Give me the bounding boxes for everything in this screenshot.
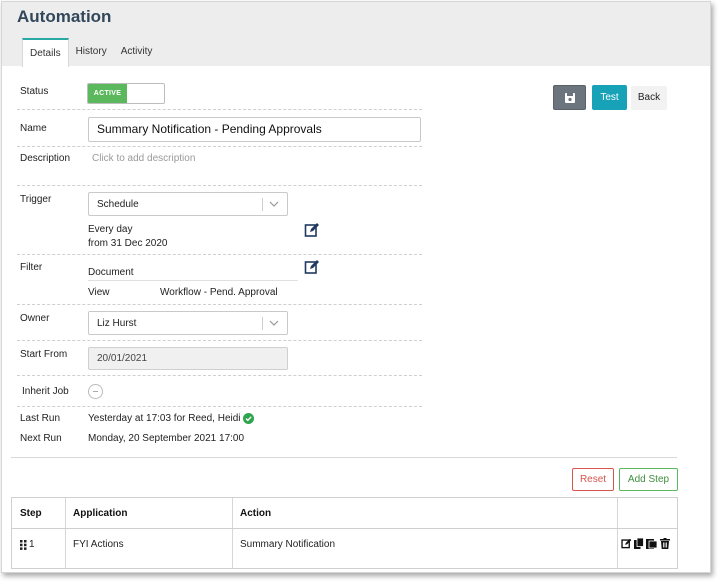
tab-history[interactable]: History <box>69 38 114 66</box>
paste-icon[interactable] <box>646 538 657 549</box>
name-input[interactable]: Summary Notification - Pending Approvals <box>88 117 421 142</box>
divider <box>17 406 422 407</box>
column-divider <box>65 498 66 568</box>
step-action: Summary Notification <box>240 539 336 550</box>
start-from-label: Start From <box>20 349 68 360</box>
column-header-step: Step <box>20 508 42 519</box>
filter-label: Filter <box>20 262 43 273</box>
test-button[interactable]: Test <box>592 85 627 110</box>
start-from-input[interactable]: 20/01/2021 <box>88 347 288 370</box>
select-separator <box>262 317 263 330</box>
add-step-button[interactable]: Add Step <box>619 468 678 491</box>
page-title: Automation <box>17 7 112 26</box>
inherit-job-label: Inherit Job <box>22 386 69 397</box>
next-run-label: Next Run <box>20 433 62 444</box>
divider <box>17 146 422 147</box>
status-toggle[interactable]: ACTIVE <box>87 83 165 104</box>
trigger-schedule-start: from 31 Dec 2020 <box>88 238 168 249</box>
trigger-schedule-frequency: Every day <box>88 224 133 235</box>
step-number: 1 <box>29 539 35 550</box>
save-button[interactable] <box>553 85 586 110</box>
divider <box>17 375 422 376</box>
divider <box>17 340 422 341</box>
description-label: Description <box>20 153 71 164</box>
chevron-down-icon <box>269 201 279 207</box>
divider <box>17 254 422 255</box>
status-label: Status <box>20 86 49 97</box>
steps-table: Step Application Action 1 FYI Actions Su… <box>11 497 678 569</box>
trash-icon[interactable] <box>660 538 670 549</box>
save-icon <box>565 93 575 103</box>
inherit-job-toggle[interactable] <box>88 384 103 399</box>
filter-underline <box>88 280 298 281</box>
row-actions <box>621 538 673 550</box>
header: Automation Details History Activity <box>2 2 710 67</box>
column-header-action: Action <box>240 508 272 519</box>
description-field[interactable]: Click to add description <box>92 153 195 164</box>
select-separator <box>262 198 263 211</box>
divider <box>17 185 422 186</box>
drag-handle-icon[interactable] <box>20 540 28 550</box>
last-run-value: Yesterday at 17:03 for Reed, Heidi <box>88 413 241 424</box>
trigger-select[interactable]: Schedule <box>88 192 288 216</box>
owner-select-value: Liz Hurst <box>97 318 137 329</box>
tab-bar: Details History Activity <box>22 38 160 67</box>
next-run-value: Monday, 20 September 2021 17:00 <box>88 433 245 444</box>
reset-button[interactable]: Reset <box>572 468 614 491</box>
edit-icon[interactable] <box>621 538 632 549</box>
status-toggle-active: ACTIVE <box>88 84 127 103</box>
divider <box>17 304 422 305</box>
tab-details[interactable]: Details <box>22 38 69 67</box>
column-divider <box>617 498 618 568</box>
owner-select[interactable]: Liz Hurst <box>88 311 288 335</box>
trigger-select-value: Schedule <box>97 199 139 210</box>
edit-icon[interactable] <box>304 222 320 238</box>
name-label: Name <box>20 123 47 134</box>
divider <box>17 109 422 110</box>
column-divider <box>232 498 233 568</box>
filter-view-value: Workflow - Pend. Approval <box>160 287 278 298</box>
tab-activity[interactable]: Activity <box>114 38 160 66</box>
step-application: FYI Actions <box>73 539 124 550</box>
filter-view-label: View <box>88 287 110 298</box>
trigger-label: Trigger <box>20 194 52 205</box>
automation-window: Automation Details History Activity Stat… <box>1 1 711 573</box>
success-check-icon <box>243 413 254 424</box>
chevron-down-icon <box>269 320 279 326</box>
edit-icon[interactable] <box>304 259 320 275</box>
filter-type: Document <box>88 267 134 278</box>
owner-label: Owner <box>20 313 50 324</box>
header-divider <box>12 528 677 529</box>
column-header-application: Application <box>73 508 128 519</box>
section-divider <box>11 457 677 458</box>
back-button[interactable]: Back <box>631 86 667 110</box>
copy-icon[interactable] <box>634 538 644 549</box>
last-run-label: Last Run <box>20 413 61 424</box>
